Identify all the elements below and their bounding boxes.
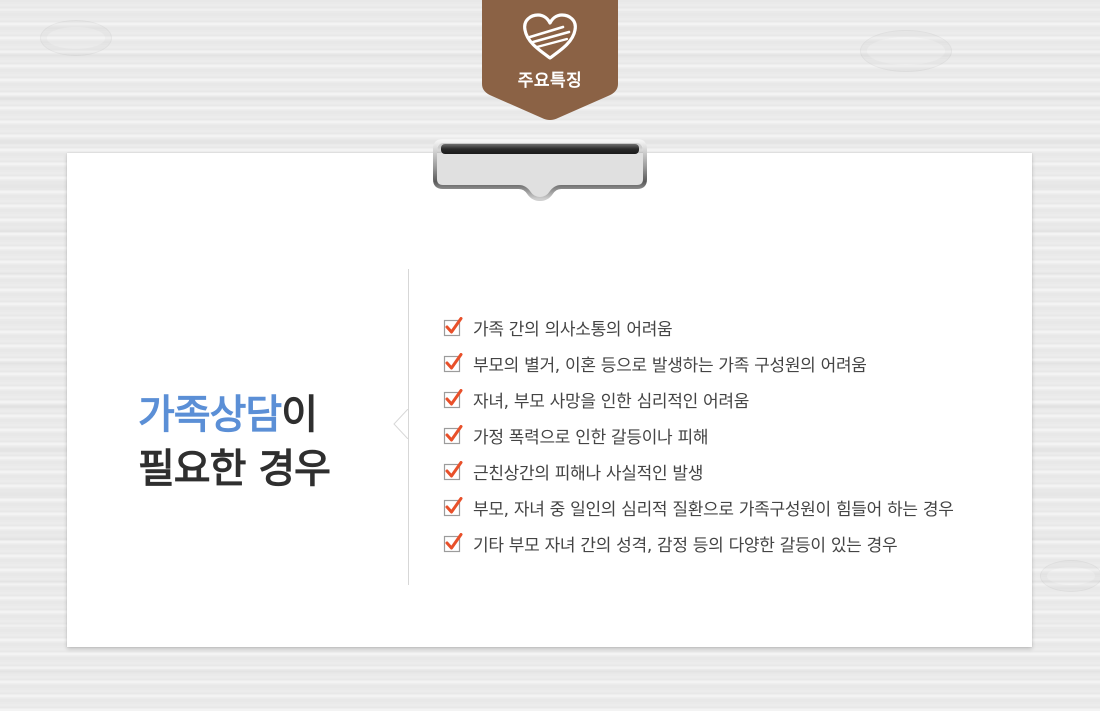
list-item: 부모, 자녀 중 일인의 심리적 질환으로 가족구성원이 힘들어 하는 경우: [443, 489, 954, 525]
heart-bandage-icon: [523, 13, 577, 60]
checkbox-checked-icon: [443, 533, 463, 553]
checkbox-checked-icon: [443, 389, 463, 409]
wood-knot: [1040, 560, 1100, 592]
situation-list: 가족 간의 의사소통의 어려움 부모의 별거, 이혼 등으로 발생하는 가족 구…: [443, 309, 954, 561]
badge-label: 주요특징: [517, 71, 583, 91]
list-item-text: 가정 폭력으로 인한 갈등이나 피해: [473, 427, 709, 448]
heading-line-1: 가족상담이: [138, 388, 330, 442]
heading-line-1-rest: 이: [281, 392, 318, 438]
list-item-text: 부모, 자녀 중 일인의 심리적 질환으로 가족구성원이 힘들어 하는 경우: [473, 499, 954, 520]
checkbox-checked-icon: [443, 425, 463, 445]
list-item: 근친상간의 피해나 사실적인 발생: [443, 453, 954, 489]
list-item-text: 자녀, 부모 사망을 인한 심리적인 어려움: [473, 391, 750, 412]
paper-clip-icon: [433, 139, 647, 202]
list-item: 자녀, 부모 사망을 인한 심리적인 어려움: [443, 381, 954, 417]
list-item: 기타 부모 자녀 간의 성격, 감정 등의 다양한 갈등이 있는 경우: [443, 525, 954, 561]
wood-knot: [860, 30, 952, 72]
list-item-text: 가족 간의 의사소통의 어려움: [473, 319, 673, 340]
section-heading: 가족상담이 필요한 경우: [138, 388, 331, 496]
checkbox-checked-icon: [443, 497, 463, 517]
list-item-text: 부모의 별거, 이혼 등으로 발생하는 가족 구성원의 어려움: [473, 355, 867, 376]
list-item: 부모의 별거, 이혼 등으로 발생하는 가족 구성원의 어려움: [443, 345, 954, 381]
list-item: 가족 간의 의사소통의 어려움: [443, 309, 954, 345]
checkbox-checked-icon: [443, 353, 463, 373]
divider-arrow: [393, 409, 408, 439]
wood-knot: [40, 20, 112, 56]
vertical-divider: [408, 269, 409, 585]
feature-badge: 주요특징: [482, 0, 618, 122]
list-item: 가정 폭력으로 인한 갈등이나 피해: [443, 417, 954, 453]
checkbox-checked-icon: [443, 461, 463, 481]
list-item-text: 기타 부모 자녀 간의 성격, 감정 등의 다양한 갈등이 있는 경우: [473, 535, 898, 556]
heading-accent: 가족상담: [138, 392, 282, 438]
heading-line-2: 필요한 경우: [138, 446, 331, 492]
list-item-text: 근친상간의 피해나 사실적인 발생: [473, 463, 704, 484]
checkbox-checked-icon: [443, 317, 463, 337]
